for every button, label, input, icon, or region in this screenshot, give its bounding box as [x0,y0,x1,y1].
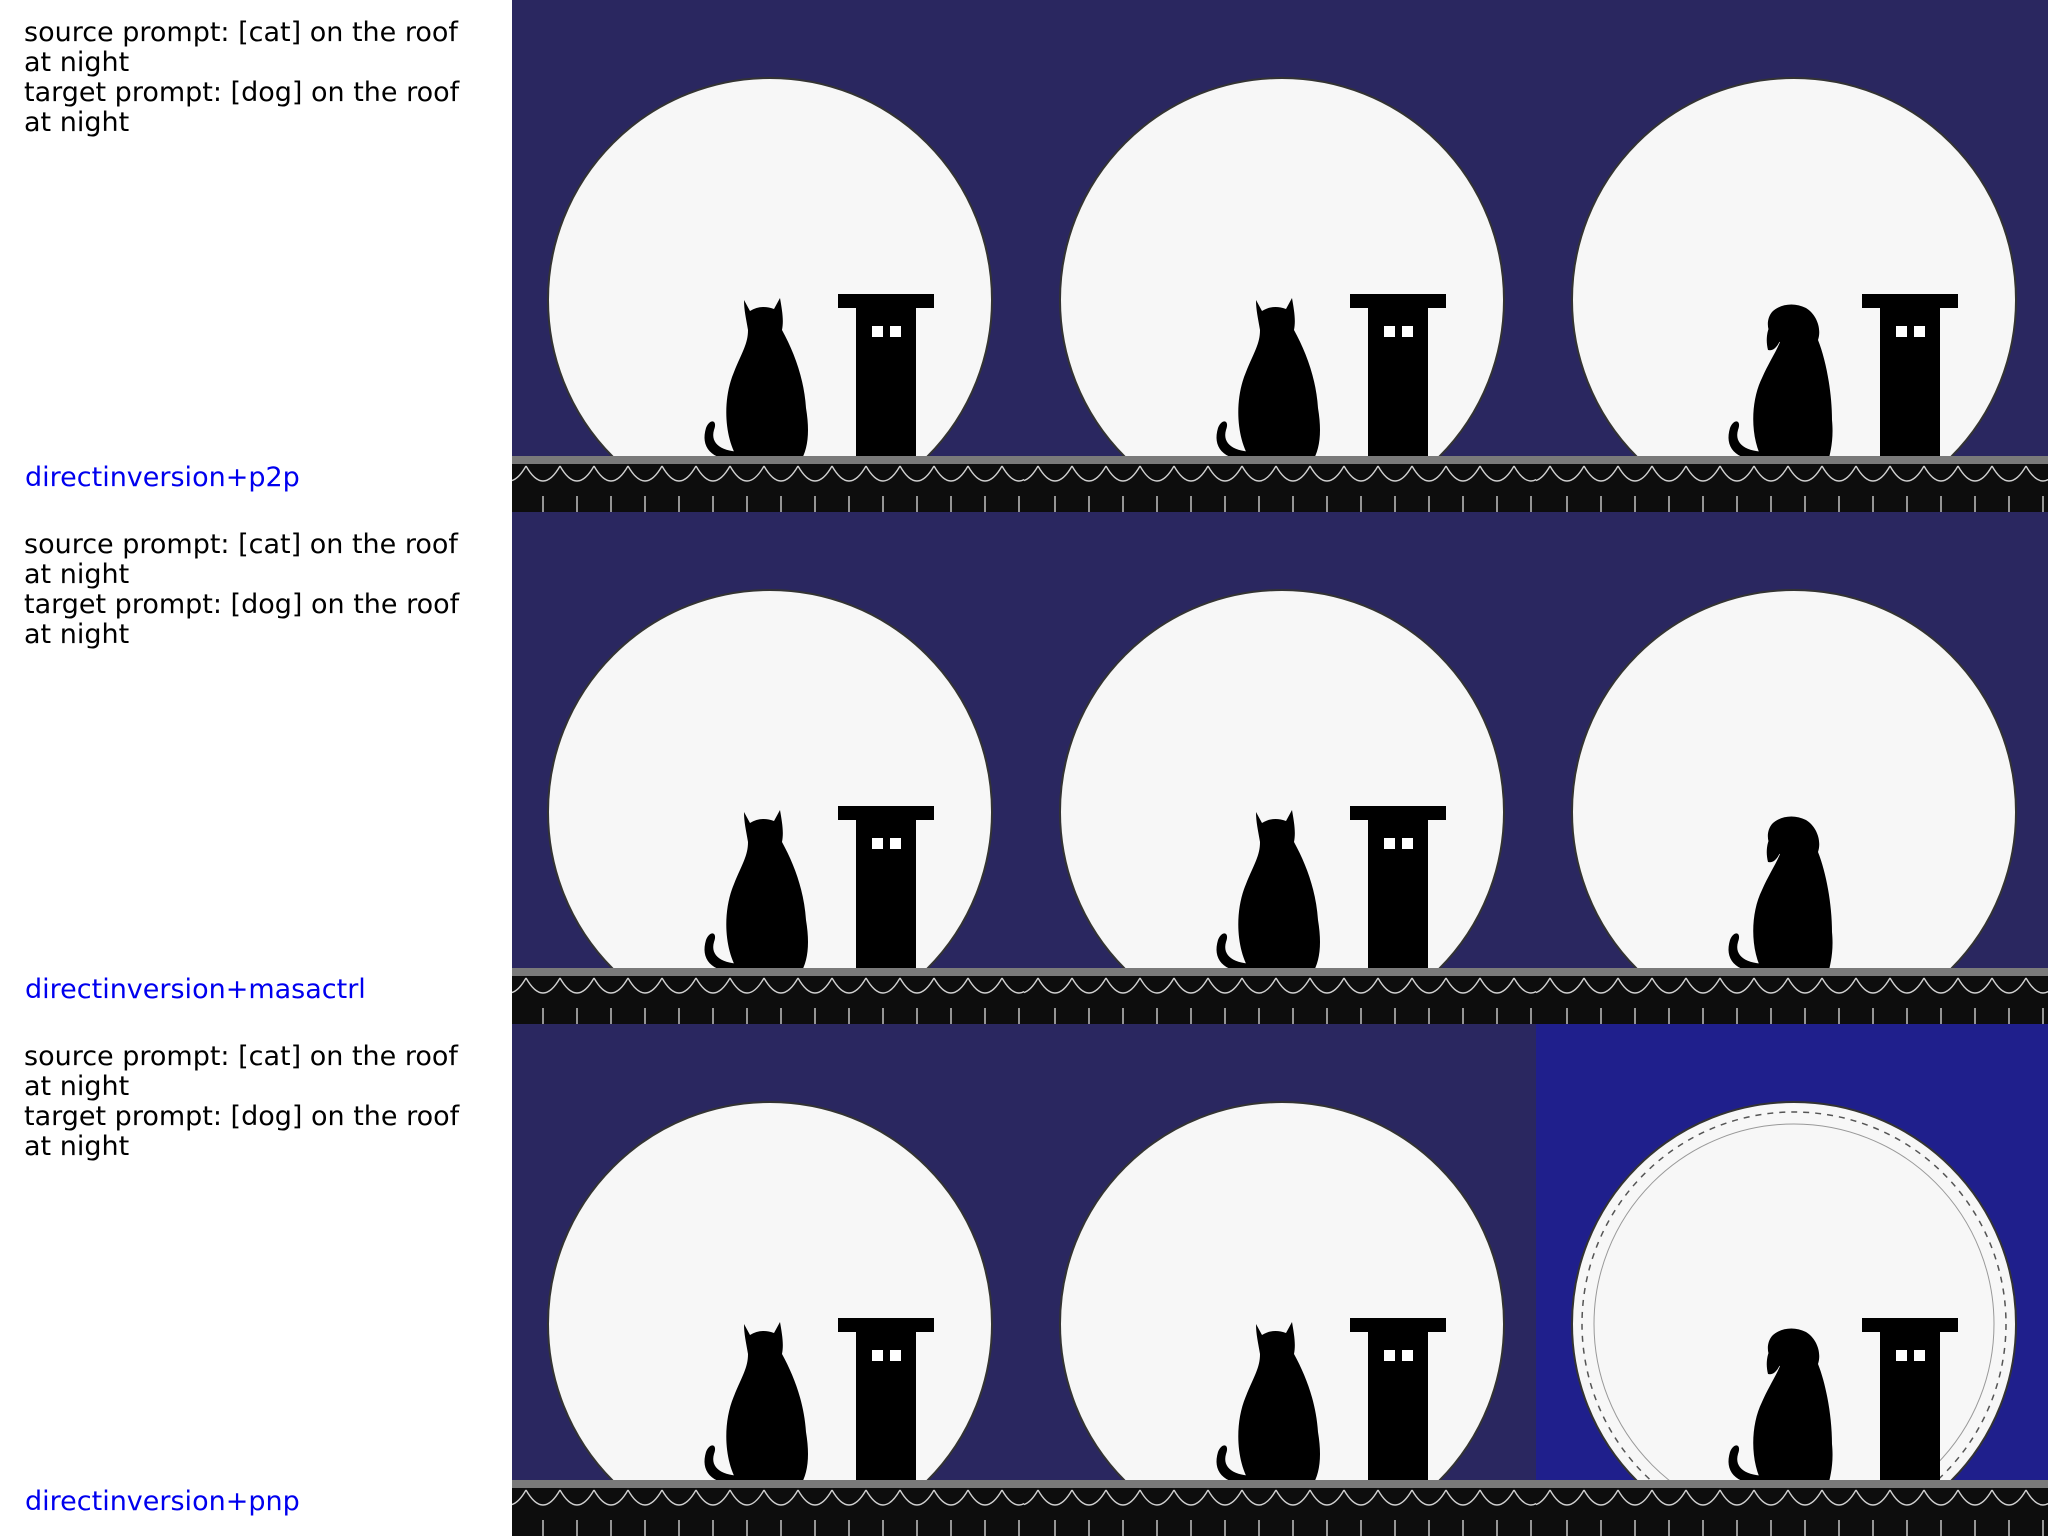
prompt-text: source prompt: [cat] on the roof at nigh… [24,18,474,138]
comparison-row: source prompt: [cat] on the roof at nigh… [0,1024,2048,1536]
roof [1024,456,1536,512]
reconstructed-image [1024,1024,1536,1536]
prompt-text: source prompt: [cat] on the roof at nigh… [24,1042,474,1162]
method-label: directinversion+pnp [25,1486,300,1517]
source-prompt: source prompt: [cat] on the roof at nigh… [24,1041,458,1102]
roof [1024,968,1536,1024]
source-image [512,0,1024,512]
source-image [512,512,1024,1024]
method-label: directinversion+p2p [25,462,300,493]
edited-image [1536,0,2048,512]
label-column: source prompt: [cat] on the roof at nigh… [0,1024,512,1536]
target-prompt: target prompt: [dog] on the roof at nigh… [24,589,460,650]
target-prompt: target prompt: [dog] on the roof at nigh… [24,1101,460,1162]
source-prompt: source prompt: [cat] on the roof at nigh… [24,529,458,590]
roof [512,1480,1024,1536]
roof [1024,1480,1536,1536]
roof [1536,456,2048,512]
label-column: source prompt: [cat] on the roof at nigh… [0,512,512,1024]
edited-image [1536,1024,2048,1536]
reconstructed-image [1024,0,1536,512]
reconstructed-image [1024,512,1536,1024]
source-image [512,1024,1024,1536]
roof [512,968,1024,1024]
edited-image [1536,512,2048,1024]
roof [512,456,1024,512]
comparison-row: source prompt: [cat] on the roof at nigh… [0,0,2048,512]
source-prompt: source prompt: [cat] on the roof at nigh… [24,17,458,78]
roof [1536,968,2048,1024]
target-prompt: target prompt: [dog] on the roof at nigh… [24,77,460,138]
prompt-text: source prompt: [cat] on the roof at nigh… [24,530,474,650]
roof [1536,1480,2048,1536]
label-column: source prompt: [cat] on the roof at nigh… [0,0,512,512]
method-label: directinversion+masactrl [25,974,366,1005]
comparison-row: source prompt: [cat] on the roof at nigh… [0,512,2048,1024]
